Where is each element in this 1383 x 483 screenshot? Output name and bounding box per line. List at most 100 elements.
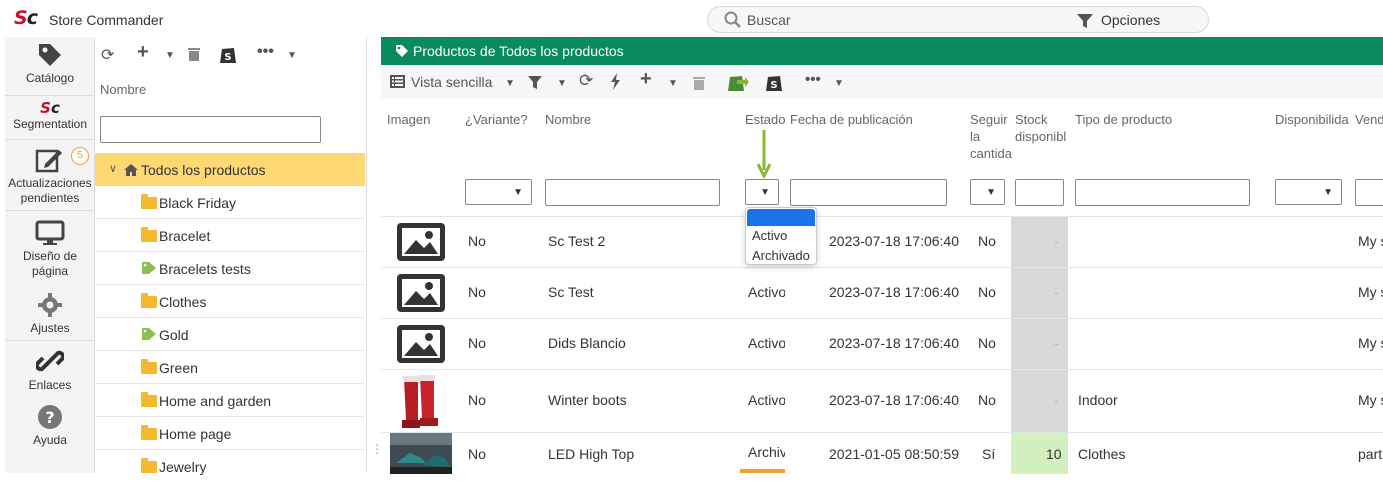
- column-header-estado[interactable]: Estado: [745, 111, 785, 128]
- search-placeholder[interactable]: Buscar: [747, 12, 791, 28]
- tag-icon: [396, 45, 408, 57]
- column-header-imagen[interactable]: Imagen: [387, 111, 430, 128]
- search-bar[interactable]: Buscar Opciones: [707, 6, 1209, 33]
- add-icon[interactable]: +: [137, 41, 149, 64]
- more-icon[interactable]: •••: [805, 71, 821, 88]
- list-view-icon[interactable]: [390, 75, 405, 88]
- panel-splitter[interactable]: ⋮: [367, 37, 383, 473]
- lightning-icon[interactable]: [610, 73, 621, 90]
- tree-filter-input[interactable]: [100, 116, 321, 143]
- folder-icon: [141, 227, 157, 242]
- tree-item[interactable]: Home and garden: [95, 384, 365, 417]
- monitor-icon: [35, 220, 65, 245]
- svg-text:?: ?: [45, 408, 54, 427]
- disponibilidad-filter-select[interactable]: ▼: [1275, 179, 1342, 205]
- tipo-filter-input[interactable]: [1075, 179, 1250, 206]
- nombre-filter-input[interactable]: [545, 179, 720, 206]
- tree-item[interactable]: Clothes: [95, 285, 365, 318]
- export-icon[interactable]: [727, 72, 749, 92]
- view-selector[interactable]: Vista sencilla: [411, 74, 492, 90]
- filter-icon[interactable]: [1076, 13, 1094, 29]
- left-navigation: Catálogo Sc Segmentation 5 Actualizacion…: [5, 37, 95, 473]
- refresh-icon[interactable]: ⟳: [101, 45, 114, 65]
- seguir-filter-select[interactable]: ▼: [970, 179, 1005, 205]
- dropdown-empty-option-highlighted[interactable]: [747, 209, 815, 226]
- row-status-indicator: [740, 469, 785, 473]
- trash-icon[interactable]: [692, 75, 706, 91]
- column-header-stock[interactable]: Stock disponibl: [1015, 111, 1066, 145]
- shopify-icon[interactable]: S: [219, 44, 237, 64]
- column-header-variante[interactable]: ¿Variante?: [465, 111, 528, 128]
- products-panel-title: Productos de Todos los productos: [413, 43, 624, 59]
- product-thumbnail-led-high-top: [390, 433, 452, 474]
- vendedor-filter-input[interactable]: [1355, 179, 1383, 206]
- tree-item[interactable]: Gold: [95, 318, 365, 351]
- search-icon: [724, 11, 741, 28]
- view-dropdown-caret-icon[interactable]: ▼: [505, 78, 515, 89]
- dropdown-option-activo[interactable]: Activo: [752, 228, 787, 243]
- link-icon: [34, 350, 66, 372]
- column-header-disponibilidad[interactable]: Disponibilida: [1275, 111, 1349, 128]
- tree-item[interactable]: Green: [95, 351, 365, 384]
- filter-icon[interactable]: [527, 75, 543, 90]
- folder-icon: [141, 392, 157, 407]
- store-commander-logo[interactable]: Sc: [14, 7, 38, 29]
- home-icon: [124, 164, 138, 176]
- nav-catalog[interactable]: Catálogo: [5, 42, 95, 86]
- nav-links[interactable]: Enlaces: [5, 347, 95, 393]
- fecha-filter-input[interactable]: [790, 179, 947, 206]
- stock-filter-input[interactable]: [1015, 179, 1064, 206]
- add-icon[interactable]: +: [640, 68, 652, 91]
- refresh-icon[interactable]: ⟳: [579, 71, 593, 91]
- variante-filter-select[interactable]: ▼: [465, 179, 532, 205]
- nav-help[interactable]: ? Ayuda: [5, 404, 95, 448]
- svg-text:S: S: [770, 80, 777, 91]
- more-dropdown-caret-icon[interactable]: ▼: [834, 78, 844, 89]
- folder-icon: [141, 425, 157, 440]
- image-placeholder-icon: [397, 274, 445, 312]
- tree-root-all-products[interactable]: ∨ Todos los productos: [95, 153, 365, 186]
- filter-dropdown-caret-icon[interactable]: ▼: [557, 78, 567, 89]
- table-row[interactable]: No Winter boots Activo 2023-07-18 17:06:…: [381, 369, 1383, 433]
- folder-icon: [141, 458, 157, 473]
- column-header-vendedor[interactable]: Vend: [1355, 111, 1383, 128]
- table-row[interactable]: No LED High Top Archivado 2021-01-05 08:…: [381, 432, 1383, 474]
- nav-segmentation[interactable]: Sc Segmentation: [5, 99, 95, 132]
- column-header-seguir[interactable]: Seguir la cantida: [970, 111, 1012, 162]
- more-icon[interactable]: •••: [257, 43, 274, 61]
- column-header-tipo[interactable]: Tipo de producto: [1075, 111, 1172, 128]
- category-tree-panel: ⟳ + ▼ S ••• ▼ Nombre ∨ Todos los product…: [95, 37, 367, 475]
- tree-item[interactable]: Jewelry: [95, 450, 365, 483]
- tag-icon: [142, 262, 156, 274]
- estado-filter-select[interactable]: ▼: [745, 179, 779, 205]
- tag-icon: [142, 328, 156, 340]
- svg-text:S: S: [224, 52, 231, 63]
- app-name: Store Commander: [49, 12, 164, 28]
- nav-page-design[interactable]: Diseño de página: [5, 220, 95, 279]
- nav-pending-updates[interactable]: 5 Actualizaciones pendientes: [5, 147, 95, 206]
- estado-dropdown-menu[interactable]: Activo Archivado: [745, 207, 817, 265]
- gear-icon: [38, 293, 62, 317]
- table-row[interactable]: No Dids Blancio Activo 2023-07-18 17:06:…: [381, 318, 1383, 370]
- table-row[interactable]: No Sc Test 2 2023-07-18 17:06:40 No - My…: [381, 216, 1383, 268]
- folder-icon: [141, 194, 157, 209]
- add-dropdown-caret-icon[interactable]: ▼: [668, 78, 678, 89]
- column-header-fecha[interactable]: Fecha de publicación: [790, 111, 913, 128]
- tree-item[interactable]: Home page: [95, 417, 365, 450]
- tree-item[interactable]: Bracelet: [95, 219, 365, 252]
- folder-icon: [141, 359, 157, 374]
- options-button[interactable]: Opciones: [1101, 12, 1160, 28]
- dropdown-option-archivado[interactable]: Archivado: [752, 248, 810, 263]
- nav-settings[interactable]: Ajustes: [5, 292, 95, 336]
- tree-item[interactable]: Black Friday: [95, 186, 365, 219]
- tree-item[interactable]: Bracelets tests: [95, 252, 365, 285]
- column-header-nombre[interactable]: Nombre: [545, 111, 591, 128]
- edit-icon: [35, 149, 62, 173]
- trash-icon[interactable]: [187, 46, 201, 62]
- products-toolbar: Vista sencilla ▼ ▼ ⟳ + ▼ S ••• ▼: [381, 65, 1383, 99]
- add-dropdown-caret-icon[interactable]: ▼: [165, 50, 175, 61]
- shopify-icon[interactable]: S: [765, 72, 783, 92]
- chevron-down-icon[interactable]: ∨: [109, 162, 117, 175]
- more-dropdown-caret-icon[interactable]: ▼: [287, 50, 297, 61]
- table-row[interactable]: No Sc Test Activo 2023-07-18 17:06:40 No…: [381, 267, 1383, 319]
